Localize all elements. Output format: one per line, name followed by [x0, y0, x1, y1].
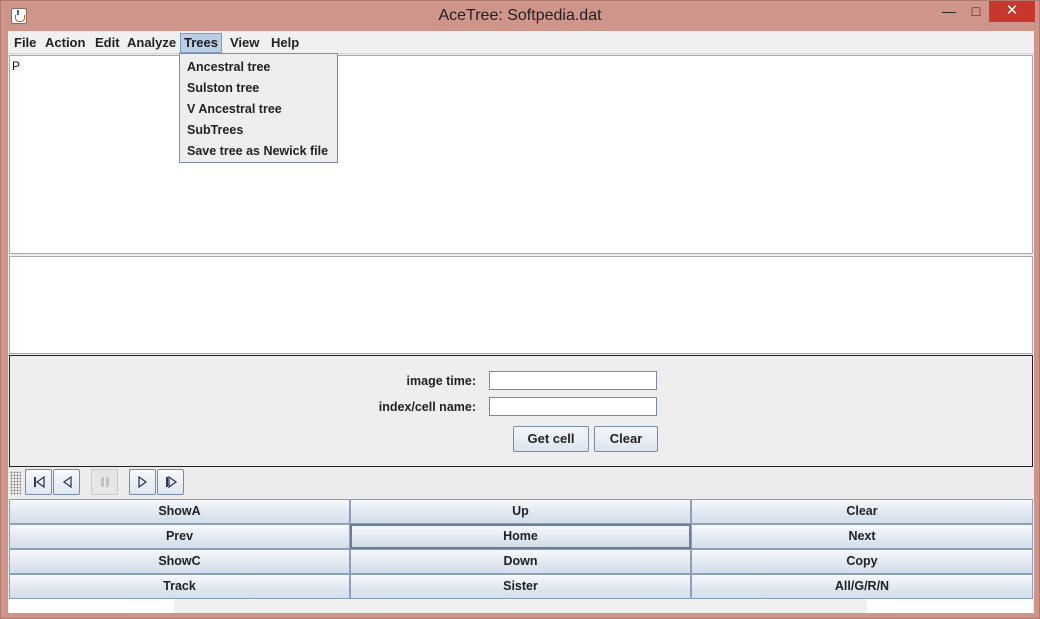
get-cell-button[interactable]: Get cell: [513, 426, 589, 452]
clear-form-button[interactable]: Clear: [594, 426, 658, 452]
menu-bar: File Action Edit Analyze Trees View Help: [8, 31, 1034, 54]
tree-panel[interactable]: P: [9, 55, 1033, 254]
trees-dropdown-menu: Ancestral tree Sulston tree V Ancestral …: [179, 53, 338, 163]
cell-name-label: index/cell name:: [378, 400, 476, 414]
play-forward-button[interactable]: [129, 469, 156, 495]
up-button[interactable]: Up: [350, 499, 691, 524]
pause-icon: [101, 477, 109, 487]
menu-item-save-newick[interactable]: Save tree as Newick file: [187, 144, 328, 158]
menu-item-sulston-tree[interactable]: Sulston tree: [187, 81, 259, 95]
clear-button[interactable]: Clear: [691, 499, 1033, 524]
pause-button[interactable]: [91, 469, 118, 495]
showc-button[interactable]: ShowC: [9, 549, 350, 574]
menu-view[interactable]: View: [230, 34, 259, 52]
menu-action[interactable]: Action: [45, 34, 85, 52]
next-button[interactable]: Next: [691, 524, 1033, 549]
app-window: AceTree: Softpedia.dat — □ ✕ File Action…: [0, 0, 1040, 619]
down-button[interactable]: Down: [350, 549, 691, 574]
client-area: File Action Edit Analyze Trees View Help…: [8, 31, 1034, 613]
prev-button[interactable]: Prev: [9, 524, 350, 549]
step-back-button[interactable]: [25, 469, 52, 495]
image-time-label: image time:: [406, 374, 476, 388]
play-forward-icon: [138, 475, 148, 489]
step-back-icon: [34, 475, 45, 489]
menu-help[interactable]: Help: [271, 34, 299, 52]
step-forward-icon: [166, 475, 178, 489]
minimize-button[interactable]: —: [935, 1, 963, 22]
menu-item-ancestral-tree[interactable]: Ancestral tree: [187, 60, 270, 74]
sister-button[interactable]: Sister: [350, 574, 691, 599]
info-panel: [9, 256, 1033, 354]
track-button[interactable]: Track: [9, 574, 350, 599]
all-grn-button[interactable]: All/G/R/N: [691, 574, 1033, 599]
cell-name-input[interactable]: [489, 397, 657, 416]
play-back-button[interactable]: [53, 469, 80, 495]
image-time-input[interactable]: [489, 371, 657, 390]
tree-root-label: P: [12, 59, 21, 73]
title-bar[interactable]: AceTree: Softpedia.dat — □ ✕: [1, 1, 1039, 31]
menu-file[interactable]: File: [14, 34, 36, 52]
copy-button[interactable]: Copy: [691, 549, 1033, 574]
menu-item-subtrees[interactable]: SubTrees: [187, 123, 243, 137]
toolbar-grip[interactable]: [10, 471, 21, 495]
cell-lookup-form: image time: index/cell name: Get cell Cl…: [9, 355, 1033, 467]
menu-trees[interactable]: Trees: [180, 33, 222, 53]
step-forward-button[interactable]: [157, 469, 184, 495]
navigation-button-grid: ShowA Up Clear Prev Home Next ShowC Down…: [9, 499, 1033, 599]
play-back-icon: [62, 475, 72, 489]
status-strip-inner: [174, 599, 867, 613]
window-title: AceTree: Softpedia.dat: [438, 7, 602, 24]
menu-edit[interactable]: Edit: [95, 34, 120, 52]
close-button[interactable]: ✕: [989, 1, 1035, 22]
maximize-button[interactable]: □: [963, 1, 989, 22]
menu-analyze[interactable]: Analyze: [127, 34, 176, 52]
playback-toolbar: [8, 467, 1034, 499]
menu-item-v-ancestral-tree[interactable]: V Ancestral tree: [187, 102, 282, 116]
showa-button[interactable]: ShowA: [9, 499, 350, 524]
home-button[interactable]: Home: [350, 524, 691, 549]
